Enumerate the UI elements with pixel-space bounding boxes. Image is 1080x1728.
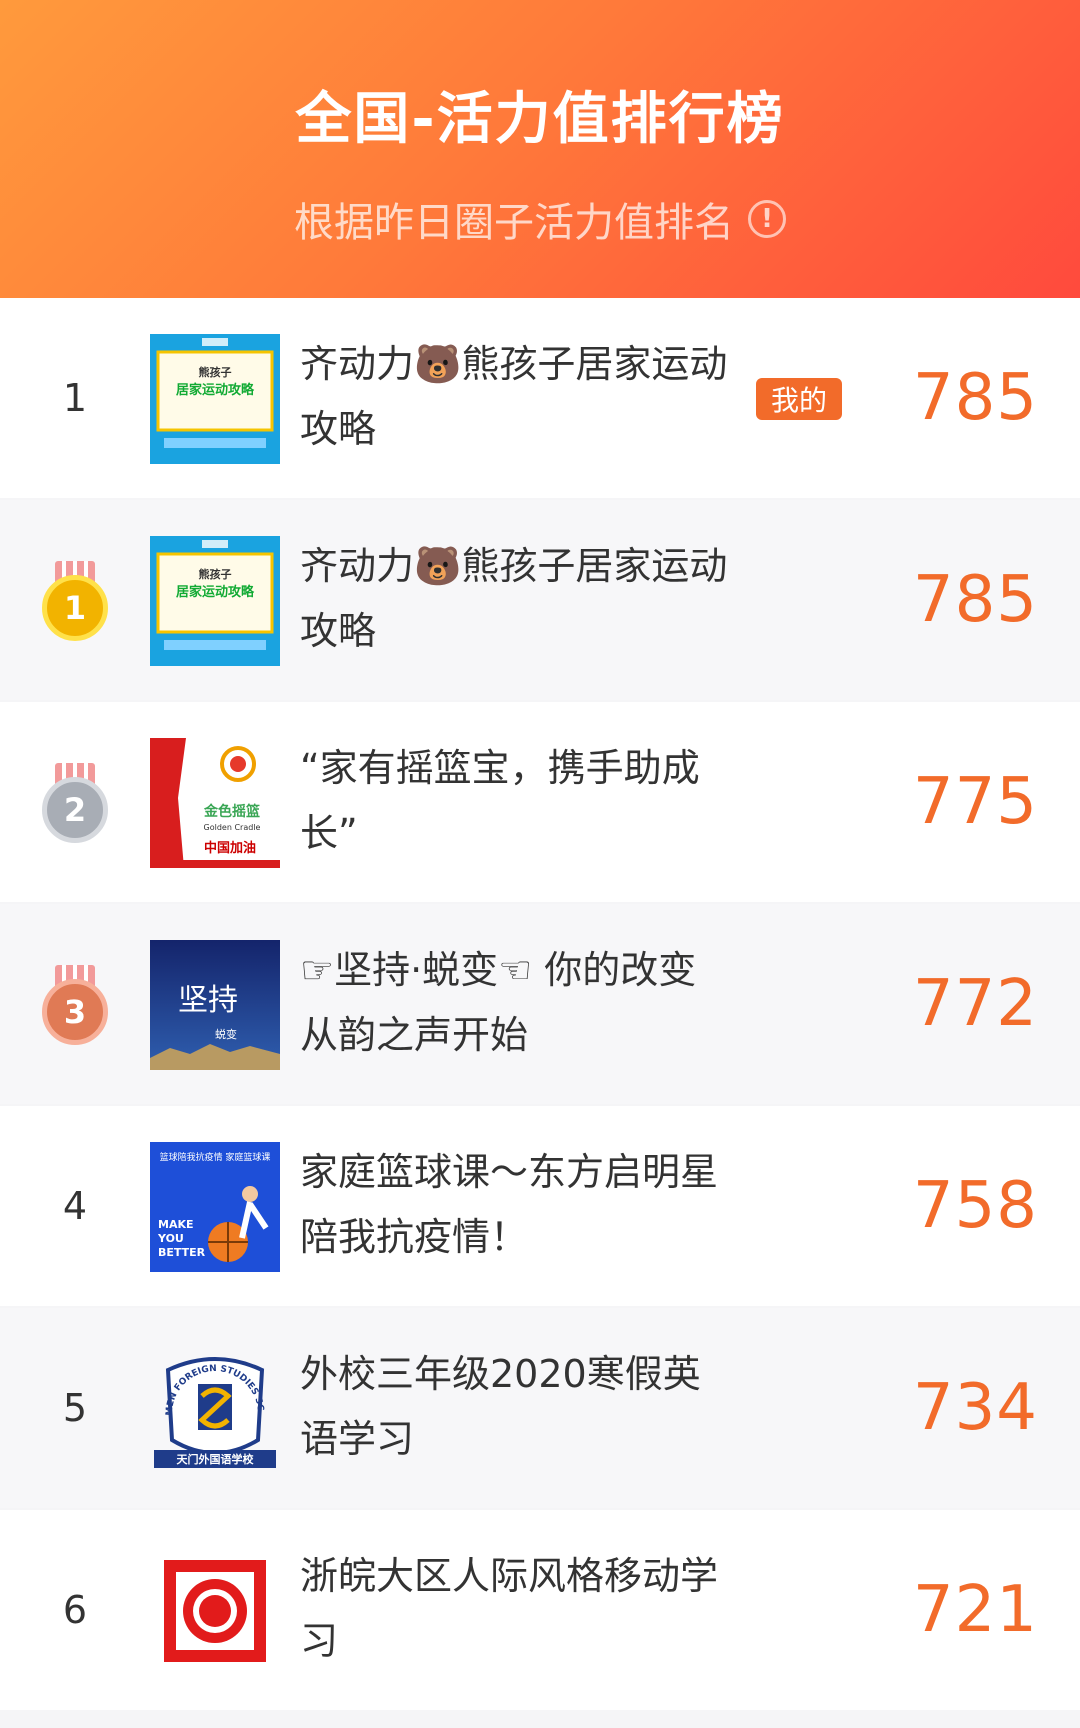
rank-number: 5 <box>62 1386 88 1430</box>
thumb-text: YOU <box>157 1232 184 1245</box>
thumb-text: 居家运动攻略 <box>176 382 255 398</box>
thumb-text: 天门外国语学校 <box>177 1452 255 1466</box>
circle-avatar <box>150 1546 280 1676</box>
activity-score: 758 <box>912 1169 1038 1243</box>
list-item[interactable]: 2 金色摇篮 Golden Cradle 中国加油 “家有摇篮宝，携手助成长” … <box>0 702 1080 902</box>
thumb-text: 居家运动攻略 <box>176 584 255 600</box>
circle-avatar: 坚持 蜕变 <box>150 940 280 1070</box>
thumb-text: MAKE <box>158 1218 194 1231</box>
circle-avatar: 熊孩子 居家运动攻略 <box>150 536 280 666</box>
activity-score: 772 <box>912 967 1038 1041</box>
circle-name: ☞坚持·蜕变☜ 你的改变从韵之声开始 <box>300 948 697 1057</box>
rank-number: 4 <box>62 1184 88 1228</box>
list-item[interactable]: 1 熊孩子 居家运动攻略 齐动力🐻熊孩子居家运动攻略 785 <box>0 500 1080 700</box>
circle-avatar: TIANMEN FOREIGN STUDIES SCHOOL 天门外国语学校 <box>150 1344 280 1474</box>
circle-avatar: 金色摇篮 Golden Cradle 中国加油 <box>150 738 280 868</box>
circle-name: 齐动力🐻熊孩子居家运动攻略 <box>300 342 728 451</box>
thumb-text: 金色摇篮 <box>203 803 260 820</box>
mine-badge: 我的 <box>756 378 842 420</box>
page-header: 全国-活力值排行榜 根据昨日圈子活力值排名 ! <box>0 0 1080 298</box>
list-item[interactable]: 3 坚持 蜕变 ☞坚持·蜕变☜ 你的改变从韵之声开始 772 <box>0 904 1080 1104</box>
list-item[interactable]: 5 TIANMEN FOREIGN STUDIES SCHOOL 天门外国语学校… <box>0 1308 1080 1508</box>
gold-medal-icon: 1 <box>42 561 108 641</box>
activity-score: 785 <box>912 563 1038 637</box>
rank-number: 1 <box>62 376 88 420</box>
circle-name: 齐动力🐻熊孩子居家运动攻略 <box>300 544 728 653</box>
bronze-medal-icon: 3 <box>42 965 108 1045</box>
rank-number: 6 <box>62 1588 88 1632</box>
silver-medal-icon: 2 <box>42 763 108 843</box>
circle-name: 浙皖大区人际风格移动学习 <box>300 1554 719 1663</box>
list-item[interactable]: 6 浙皖大区人际风格移动学习 721 <box>0 1510 1080 1710</box>
circle-avatar: 熊孩子 居家运动攻略 <box>150 334 280 464</box>
thumb-text: 蜕变 <box>215 1027 237 1041</box>
thumb-text: 熊孩子 <box>199 365 232 379</box>
circle-name: 外校三年级2020寒假英语学习 <box>300 1352 701 1461</box>
activity-score: 734 <box>912 1371 1038 1445</box>
circle-name: 家庭篮球课～东方启明星陪我抗疫情！ <box>300 1150 719 1259</box>
thumb-text: 坚持 <box>178 984 238 1017</box>
activity-score: 721 <box>912 1573 1038 1647</box>
thumb-text: BETTER <box>158 1246 206 1259</box>
list-item[interactable]: 4 篮球陪我抗疫情 家庭篮球课 MAKE YOU BETTER 家庭篮球课～东方… <box>0 1106 1080 1306</box>
activity-score: 785 <box>912 361 1038 435</box>
thumb-text: 中国加油 <box>204 840 256 856</box>
page-title: 全国-活力值排行榜 <box>295 87 785 152</box>
list-item-mine[interactable]: 1 熊孩子 居家运动攻略 齐动力🐻熊孩子居家运动攻略 我的 785 <box>0 298 1080 498</box>
activity-score: 775 <box>912 765 1038 839</box>
page-subtitle: 根据昨日圈子活力值排名 ! <box>0 190 1080 248</box>
subtitle-text: 根据昨日圈子活力值排名 <box>294 200 734 246</box>
info-icon[interactable]: ! <box>748 200 786 238</box>
thumb-text: Golden Cradle <box>204 823 261 832</box>
thumb-text: 篮球陪我抗疫情 家庭篮球课 <box>160 1151 271 1163</box>
circle-avatar: 篮球陪我抗疫情 家庭篮球课 MAKE YOU BETTER <box>150 1142 280 1272</box>
thumb-text: 熊孩子 <box>199 567 232 581</box>
circle-name: “家有摇篮宝，携手助成长” <box>300 746 700 855</box>
